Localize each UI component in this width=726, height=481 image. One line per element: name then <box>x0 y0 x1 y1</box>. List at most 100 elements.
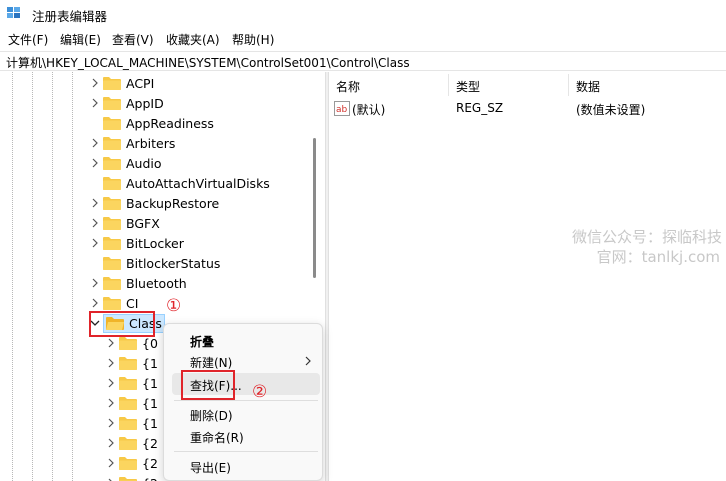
menu-separator <box>174 451 318 452</box>
pane-splitter[interactable] <box>325 72 329 481</box>
tree-item-bluetooth[interactable]: Bluetooth <box>89 273 187 293</box>
column-header-type[interactable]: 类型 <box>456 78 480 95</box>
tree-item-arbiters[interactable]: Arbiters <box>89 133 175 153</box>
folder-icon <box>103 157 121 170</box>
menu-file[interactable]: 文件(F) <box>8 31 48 48</box>
tree-item-bitlockerstatus[interactable]: BitlockerStatus <box>89 253 220 273</box>
tree-child-item[interactable]: {1 <box>105 373 158 393</box>
menu-view[interactable]: 查看(V) <box>112 31 154 48</box>
folder-icon <box>103 197 121 210</box>
menu-item-label: 重命名(R) <box>190 431 244 445</box>
folder-icon <box>103 237 121 250</box>
value-name-cell[interactable]: (默认) <box>352 101 385 118</box>
chevron-right-icon[interactable] <box>89 77 101 89</box>
regedit-app-icon <box>7 7 20 18</box>
folder-icon <box>119 397 137 410</box>
tree-guide <box>32 72 33 481</box>
tree-child-item[interactable]: {2 <box>105 473 158 481</box>
tree-item-backuprestore[interactable]: BackupRestore <box>89 193 219 213</box>
tree-item-label: {1 <box>142 395 158 411</box>
chevron-right-icon[interactable] <box>105 337 117 349</box>
tree-item-label: ACPI <box>126 75 155 91</box>
chevron-right-icon[interactable] <box>89 237 101 249</box>
menu-edit[interactable]: 编辑(E) <box>60 31 101 48</box>
chevron-right-icon[interactable] <box>89 277 101 289</box>
tree-item-audio[interactable]: Audio <box>89 153 162 173</box>
chevron-right-icon[interactable] <box>89 97 101 109</box>
tree-child-item[interactable]: {2 <box>105 453 158 473</box>
chevron-right-icon[interactable] <box>105 437 117 449</box>
chevron-right-icon[interactable] <box>105 397 117 409</box>
tree-scrollbar-thumb[interactable] <box>313 138 316 278</box>
values-pane[interactable]: 名称 类型 数据 ab (默认) REG_SZ (数值未设置) <box>330 72 726 481</box>
context-menu: 折叠 新建(N) 查找(F)... 删除(D) 重命名(R) 导出(E) <box>163 323 323 481</box>
column-separator[interactable] <box>448 74 449 96</box>
menu-item-label: 导出(E) <box>190 461 231 475</box>
annotation-box-find <box>181 370 235 400</box>
chevron-right-icon[interactable] <box>105 417 117 429</box>
column-header-name[interactable]: 名称 <box>336 78 360 95</box>
address-bar[interactable]: 计算机\HKEY_LOCAL_MACHINE\SYSTEM\ControlSet… <box>0 51 726 71</box>
tree-item-autoattachvirtualdisks[interactable]: AutoAttachVirtualDisks <box>89 173 270 193</box>
chevron-right-icon[interactable] <box>105 357 117 369</box>
svg-text:ab: ab <box>336 105 348 115</box>
tree-item-label: {1 <box>142 375 158 391</box>
menu-help[interactable]: 帮助(H) <box>232 31 274 48</box>
tree-item-bitlocker[interactable]: BitLocker <box>89 233 184 253</box>
chevron-placeholder <box>89 177 101 189</box>
chevron-placeholder <box>89 257 101 269</box>
menu-item-label: 折叠 <box>190 335 215 349</box>
menu-item-label: 新建(N) <box>190 356 233 370</box>
menu-item-export[interactable]: 导出(E) <box>172 455 320 477</box>
value-data-cell: (数值未设置) <box>576 103 646 117</box>
tree-item-appid[interactable]: AppID <box>89 93 164 113</box>
menu-item-new[interactable]: 新建(N) <box>172 350 320 372</box>
menu-item-delete[interactable]: 删除(D) <box>172 403 320 425</box>
tree-item-appreadiness[interactable]: AppReadiness <box>89 113 214 133</box>
tree-item-label: AppReadiness <box>126 115 214 131</box>
tree-item-bgfx[interactable]: BGFX <box>89 213 160 233</box>
folder-icon <box>119 377 137 390</box>
tree-guide <box>52 72 53 481</box>
chevron-right-icon[interactable] <box>89 137 101 149</box>
folder-icon <box>119 417 137 430</box>
folder-icon <box>103 297 121 310</box>
tree-child-item[interactable]: {1 <box>105 393 158 413</box>
menu-favorites[interactable]: 收藏夹(A) <box>166 31 220 48</box>
chevron-right-icon[interactable] <box>89 297 101 309</box>
tree-item-label: AutoAttachVirtualDisks <box>126 175 270 191</box>
folder-icon <box>119 337 137 350</box>
folder-icon <box>119 437 137 450</box>
tree-item-label: {2 <box>142 435 158 451</box>
value-type-cell: REG_SZ <box>456 101 504 115</box>
annotation-marker-2: ② <box>252 382 268 402</box>
tree-item-label: BGFX <box>126 215 160 231</box>
menu-item-collapse[interactable]: 折叠 <box>172 329 320 351</box>
tree-guide <box>72 72 73 481</box>
folder-icon <box>119 357 137 370</box>
watermark-line2: 官网：tanlkj.com <box>596 248 720 266</box>
tree-item-label: Audio <box>126 155 162 171</box>
tree-child-item[interactable]: {1 <box>105 413 158 433</box>
window-title: 注册表编辑器 <box>32 9 108 24</box>
tree-item-label: {1 <box>142 415 158 431</box>
chevron-right-icon[interactable] <box>105 377 117 389</box>
tree-child-item[interactable]: {2 <box>105 433 158 453</box>
chevron-right-icon[interactable] <box>105 477 117 481</box>
chevron-right-icon[interactable] <box>89 217 101 229</box>
tree-item-label: {0 <box>142 335 158 351</box>
menu-item-rename[interactable]: 重命名(R) <box>172 425 320 447</box>
tree-item-label: {2 <box>142 455 158 471</box>
chevron-right-icon[interactable] <box>89 157 101 169</box>
tree-child-item[interactable]: {1 <box>105 353 158 373</box>
chevron-right-icon[interactable] <box>89 197 101 209</box>
menu-separator <box>174 400 318 401</box>
chevron-placeholder <box>89 117 101 129</box>
column-header-data[interactable]: 数据 <box>576 78 600 95</box>
tree-item-acpi[interactable]: ACPI <box>89 73 154 93</box>
address-path[interactable]: 计算机\HKEY_LOCAL_MACHINE\SYSTEM\ControlSet… <box>6 54 410 71</box>
chevron-right-icon[interactable] <box>105 457 117 469</box>
column-separator[interactable] <box>568 74 569 96</box>
tree-item-label: AppID <box>126 95 164 111</box>
tree-item-ci[interactable]: CI <box>89 293 138 313</box>
